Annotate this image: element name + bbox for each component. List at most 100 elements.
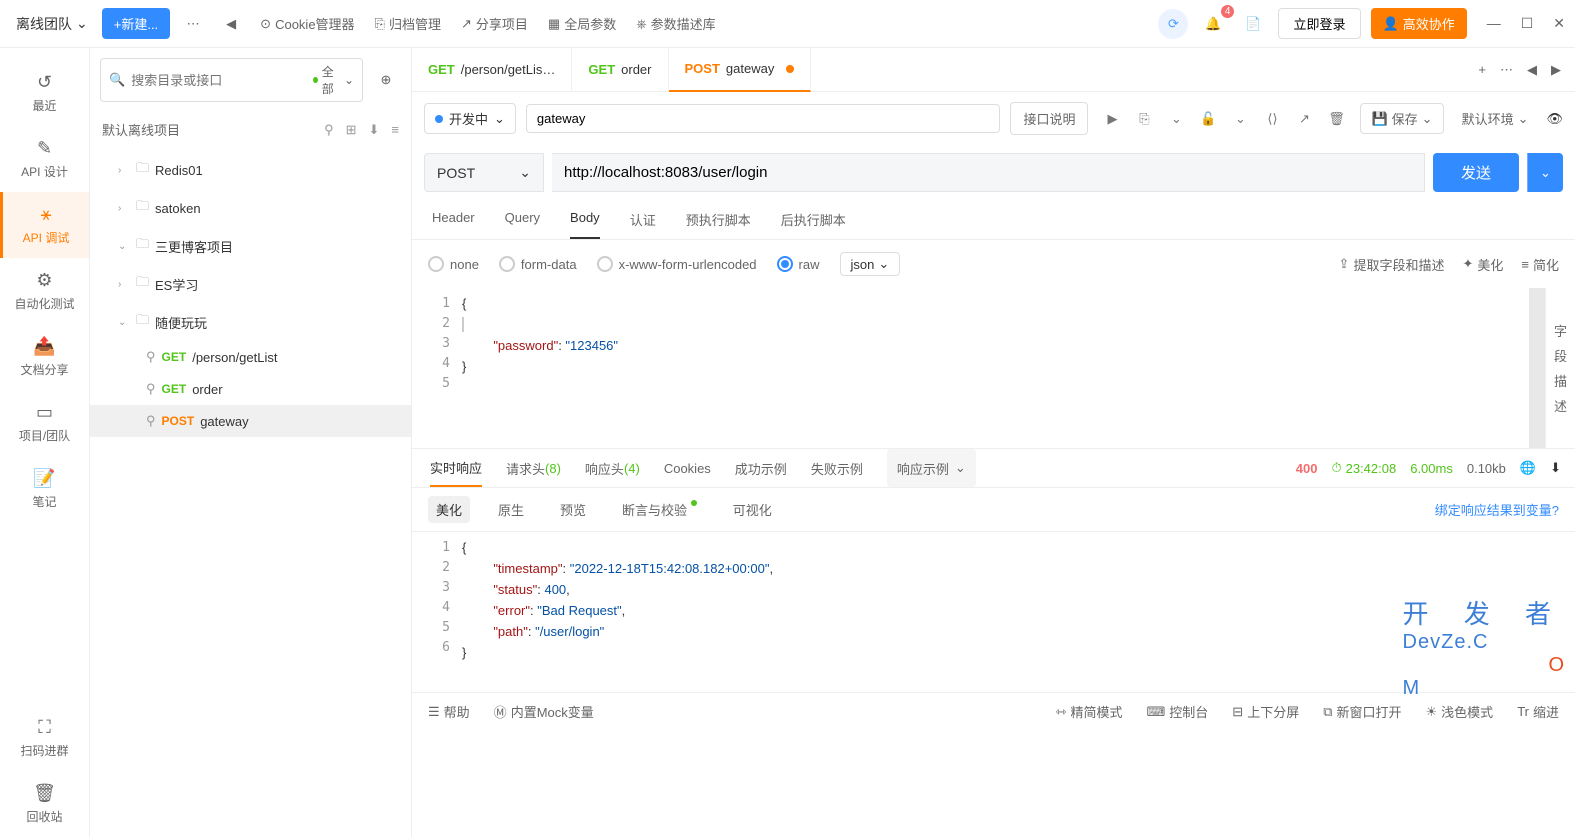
share-project[interactable]: ↗分享项目 — [455, 14, 534, 33]
api-order[interactable]: ⚲GETorder — [90, 373, 411, 405]
download-icon[interactable]: ⬇ — [369, 122, 380, 138]
resp-tab-fail[interactable]: 失败示例 — [811, 449, 863, 487]
env-selector[interactable]: 默认环境⌄ — [1454, 109, 1537, 128]
archive-manage[interactable]: ⎘归档管理 — [369, 14, 447, 33]
back-icon[interactable]: ◀ — [216, 9, 246, 39]
more-tabs-icon[interactable]: ⋯ — [1500, 62, 1513, 78]
nav-recycle[interactable]: 🗑回收站 — [0, 771, 89, 837]
nav-doc-share[interactable]: 📤文档分享 — [0, 324, 89, 390]
tab-prescript[interactable]: 预执行脚本 — [686, 200, 751, 239]
new-button[interactable]: +新建... — [102, 8, 170, 39]
help-link[interactable]: ☰ 帮助 — [428, 702, 470, 721]
field-desc-toggle[interactable]: 字段描述 — [1545, 288, 1575, 448]
send-dropdown[interactable]: ⌄ — [1527, 153, 1563, 192]
nav-proj-team[interactable]: ▭项目/团队 — [0, 390, 89, 456]
nav-scan[interactable]: ⛶扫码进群 — [0, 705, 89, 771]
prev-tab-icon[interactable]: ◀ — [1527, 62, 1537, 78]
url-input[interactable] — [552, 153, 1425, 192]
raw-type-selector[interactable]: json⌄ — [840, 252, 901, 276]
radio-formdata[interactable]: form-data — [499, 256, 577, 272]
save-button[interactable]: 💾保存⌄ — [1360, 103, 1443, 134]
team-selector[interactable]: 离线团队 ⌄ — [10, 14, 94, 34]
resp-tab-reqheaders[interactable]: 请求头(8) — [506, 449, 561, 487]
resp-sample-selector[interactable]: 响应示例⌄ — [887, 449, 976, 487]
locate-icon[interactable]: ⊕ — [371, 65, 401, 95]
compact-mode[interactable]: ⇿ 精简模式 — [1056, 702, 1123, 721]
simplify-button[interactable]: ≡ 简化 — [1521, 255, 1559, 274]
tool-beautify[interactable]: 美化 — [428, 496, 470, 523]
tool-preview[interactable]: 预览 — [552, 496, 594, 523]
theme-toggle[interactable]: ☀ 浅色模式 — [1426, 702, 1494, 721]
api-name-input[interactable] — [526, 104, 1001, 133]
bell-icon[interactable]: 🔔 — [1198, 9, 1228, 39]
maximize-icon[interactable]: ☐ — [1521, 15, 1534, 32]
note-icon[interactable]: 📄 — [1238, 9, 1268, 39]
chevron-down-icon[interactable]: ⌄ — [1162, 105, 1190, 133]
folder-blog[interactable]: ⌄🗀三更博客项目 — [90, 227, 411, 265]
login-button[interactable]: 立即登录 — [1278, 8, 1360, 39]
copy-icon[interactable]: ⎘ — [1130, 105, 1158, 133]
api-getlist[interactable]: ⚲GET/person/getList — [90, 341, 411, 373]
tab-body[interactable]: Body — [570, 200, 600, 239]
tab-header[interactable]: Header — [432, 200, 475, 239]
nav-notes[interactable]: 📝笔记 — [0, 456, 89, 522]
more-icon[interactable]: ⋯ — [178, 9, 208, 39]
method-selector[interactable]: POST⌄ — [424, 153, 544, 192]
resp-tab-cookies[interactable]: Cookies — [664, 449, 711, 487]
folder-es[interactable]: ›🗀ES学习 — [90, 265, 411, 303]
sync-icon[interactable]: ⟳ — [1158, 9, 1188, 39]
nav-api-debug[interactable]: ⚹API 调试 — [0, 192, 89, 258]
nav-api-design[interactable]: ✎API 设计 — [0, 126, 89, 192]
tab-postscript[interactable]: 后执行脚本 — [781, 200, 846, 239]
cookie-manager[interactable]: ⊙Cookie管理器 — [254, 14, 360, 33]
nav-auto-test[interactable]: ⚙自动化测试 — [0, 258, 89, 324]
console-toggle[interactable]: ⌨ 控制台 — [1147, 702, 1209, 721]
close-icon[interactable]: ✕ — [1553, 15, 1565, 32]
add-tab-icon[interactable]: + — [1478, 62, 1486, 78]
resp-tab-success[interactable]: 成功示例 — [735, 449, 787, 487]
chevron-down-icon[interactable]: ⌄ — [1226, 105, 1254, 133]
minimap[interactable] — [1529, 288, 1545, 448]
eye-icon[interactable]: 👁 — [1546, 111, 1563, 127]
tab-getlist[interactable]: GET/person/getLis… — [412, 48, 572, 92]
folder-redis01[interactable]: ›🗀Redis01 — [90, 151, 411, 189]
search-input[interactable] — [131, 73, 307, 88]
folder-plus-icon[interactable]: ⊞ — [346, 122, 357, 138]
folder-satoken[interactable]: ›🗀satoken — [90, 189, 411, 227]
tab-query[interactable]: Query — [505, 200, 540, 239]
beautify-button[interactable]: ✦ 美化 — [1462, 255, 1503, 274]
globe-icon[interactable]: 🌐 — [1520, 460, 1536, 476]
nav-recent[interactable]: ↺最近 — [0, 60, 89, 126]
code-icon[interactable]: ⟨⟩ — [1258, 105, 1286, 133]
sort-icon[interactable]: ≡ — [391, 122, 399, 138]
resp-tab-respheaders[interactable]: 响应头(4) — [585, 449, 640, 487]
trash-icon[interactable]: 🗑 — [1322, 105, 1350, 133]
search-input-box[interactable]: 🔍 全部 ⌄ — [100, 58, 363, 102]
resp-tab-realtime[interactable]: 实时响应 — [430, 449, 482, 487]
request-body-editor[interactable]: { "password": "123456" } — [462, 288, 1529, 448]
tab-order[interactable]: GETorder — [572, 48, 668, 92]
indent-setting[interactable]: Tr缩进 — [1517, 702, 1559, 721]
minimize-icon[interactable]: — — [1487, 15, 1501, 32]
tab-auth[interactable]: 认证 — [630, 200, 656, 239]
split-view[interactable]: ⊟ 上下分屏 — [1232, 702, 1299, 721]
next-tab-icon[interactable]: ▶ — [1551, 62, 1561, 78]
tool-assert[interactable]: 断言与校验 — [614, 496, 705, 523]
tool-visual[interactable]: 可视化 — [725, 496, 780, 523]
bind-variable-link[interactable]: 绑定响应结果到变量? — [1435, 500, 1559, 519]
desc-button[interactable]: 接口说明 — [1010, 102, 1088, 135]
send-button[interactable]: 发送 — [1433, 153, 1519, 192]
api-gateway[interactable]: ⚲POSTgateway — [90, 405, 411, 437]
tool-raw[interactable]: 原生 — [490, 496, 532, 523]
radio-none[interactable]: none — [428, 256, 479, 272]
extract-button[interactable]: ⇪ 提取字段和描述 — [1339, 255, 1445, 274]
lock-icon[interactable]: 🔓 — [1194, 105, 1222, 133]
folder-play[interactable]: ⌄🗀随便玩玩 — [90, 303, 411, 341]
radio-urlencoded[interactable]: x-www-form-urlencoded — [597, 256, 757, 272]
mock-vars[interactable]: Ⓜ 内置Mock变量 — [494, 702, 594, 721]
param-library[interactable]: ⎈参数描述库 — [630, 14, 721, 33]
play-icon[interactable]: ▶ — [1098, 105, 1126, 133]
export-icon[interactable]: ↗ — [1290, 105, 1318, 133]
status-selector[interactable]: 开发中⌄ — [424, 103, 516, 134]
tab-gateway[interactable]: POSTgateway — [669, 48, 812, 92]
